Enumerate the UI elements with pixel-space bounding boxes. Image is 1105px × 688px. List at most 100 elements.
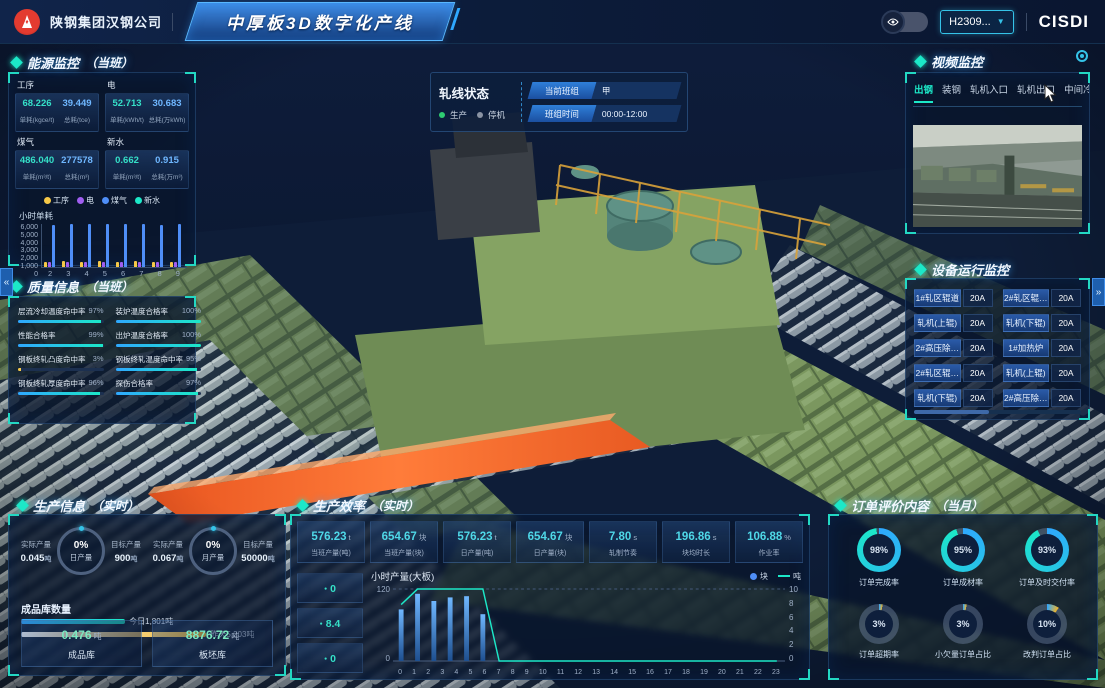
order-kpi: 3订单超期率 [837,601,921,675]
status-divider [521,82,522,122]
energy-unit: 单耗(m³/t) [113,174,142,181]
kpi-label: 订单超期率 [859,649,899,660]
energy-value: 30.683 [147,98,187,109]
cctv-video-feed[interactable] [913,125,1082,227]
stat-card: 576.23t当班产量(吨) [297,521,365,563]
chevron-left-icon: « [4,277,10,288]
shift-time-value: 00:00-12:00 [592,105,682,122]
line-status-legend: 生产 停机 [439,109,513,121]
diamond-icon [834,499,847,512]
quality-panel: 层流冷却温度命中率97 装炉温度合格率100 性能合格率99 出炉温度合格率10… [8,296,196,424]
metric-label: 层流冷却温度命中率 [18,306,86,317]
legend-dot [77,197,84,204]
order-shortage-donut: 3 [943,604,983,644]
order-kpis: 98订单完成率 95订单成材率 93订单及时交付率 3订单超期率 3小欠量订单占… [837,525,1089,675]
stat-card: 654.67块当班产量(块) [370,521,438,563]
energy-chart: 6,0005,0004,0003,0002,0001,0000 23456789 [9,224,195,279]
quality-metric: 钢板终轧凸度命中率3 [18,354,104,371]
metric-label: 出炉温度合格率 [116,330,169,341]
device-name: 1#加热炉 [1003,339,1050,357]
devices-panel-title: 设备运行监控 [931,260,1009,279]
page-title-plate: 中厚板3D数字化产线 [185,2,455,41]
energy-value: 277578 [57,155,97,166]
target-output-month: 目标产量50000吨 [237,539,279,564]
diamond-icon [914,55,927,68]
energy-groups: 工序 68.226单耗(kgce/t) 39.449总耗(tce) 电 52.7… [9,73,195,189]
devices-panel-header: 设备运行监控 [916,260,1009,279]
devices-panel: 1#轧区辊道20A 2#轧区辊…20A 轧机(上辊)20A 轧机(下辊)20A … [905,278,1090,420]
diamond-icon [16,499,29,512]
kpi-label: 改判订单占比 [1023,649,1071,660]
camera-select[interactable]: H2309... ▼ [940,10,1014,34]
kpi-label: 小欠量订单占比 [935,649,991,660]
order-ontime-donut: 93 [1025,528,1069,572]
production-panel-header: 生产信息 （实时） [18,496,139,515]
metric-pct: 95 [186,354,201,365]
quality-panel-title: 质量信息 [27,277,79,296]
left-panel-collapse-tab[interactable]: « [0,268,13,296]
tab-intercooling[interactable]: 中间冷 [1064,82,1089,103]
legend-item: 电 [77,195,94,206]
video-panel: 出钢 装钢 轧机入口 轧机出口 中间冷 电动辊道 [905,72,1090,234]
quality-panel-tag: （当班） [85,278,133,295]
device-item: 2#轧区辊…20A [914,364,993,382]
metric-pct: 97 [89,306,104,317]
camera-select-value: H2309... [949,16,991,28]
legend-label: 块 [760,572,768,581]
device-name: 2#轧区辊… [1003,289,1050,307]
tab-tapping[interactable]: 出钢 [914,82,933,103]
cisdi-logo: CISDI [1039,12,1089,32]
device-item: 2#高压除…20A [914,339,993,357]
quality-metric: 钢板终轧温度命中率95 [116,354,202,371]
production-gauges: 实际产量0.045吨 0%日产量 目标产量900吨 实际产量0.067吨 0%月… [9,515,285,575]
metric-pct: 99 [89,330,104,341]
stat-card: 654.67块日产量(块) [516,521,584,563]
energy-chart-bars [41,224,187,268]
metric-label: 性能合格率 [18,330,56,341]
order-kpi: 95订单成材率 [921,525,1005,599]
device-item: 1#加热炉20A [1003,339,1082,357]
orders-panel-header: 订单评价内容 （当月） [836,496,983,515]
diamond-icon [296,499,309,512]
metric-label: 钢板终轧凸度命中率 [18,354,86,365]
current-shift-row: 当前班组 甲 [528,82,682,99]
video-collapse-icon[interactable] [1076,50,1088,62]
device-scrollbar-thumb[interactable] [914,410,989,414]
header-divider [172,13,173,31]
device-current: 20A [1051,364,1081,382]
hourly-chart-left-axis: 1200 [371,583,393,669]
legend-label: 生产 [450,109,467,121]
tab-charging[interactable]: 装钢 [942,82,961,103]
device-current: 20A [1051,314,1081,332]
shift-value: 甲 [592,82,682,99]
device-current: 20A [963,339,993,357]
company-logo-icon [14,9,40,35]
legend-label: 电 [86,196,94,205]
device-current: 20A [1051,339,1081,357]
device-name: 轧机(下辊) [1003,314,1050,332]
device-item: 2#高压除…20A [1003,389,1082,407]
energy-value: 0.915 [147,155,187,166]
energy-group-water: 新水 0.662单耗(m³/t) 0.915总耗(万m³) [105,136,189,189]
visibility-toggle[interactable] [882,12,928,32]
production-panel: 实际产量0.045吨 0%日产量 目标产量900吨 实际产量0.067吨 0%月… [8,514,286,676]
kpi-label: 订单成材率 [943,577,983,588]
energy-value: 39.449 [57,98,97,109]
metric-label: 装炉温度合格率 [116,306,169,317]
device-item: 轧机(下辊)20A [1003,314,1082,332]
energy-unit: 单耗(m³/t) [23,174,52,181]
inventory-title: 成品库数量 [21,601,71,616]
energy-chart-title: 小时单耗 [19,210,195,222]
right-panel-collapse-tab[interactable]: » [1092,278,1105,306]
device-current: 20A [1051,289,1081,307]
video-tabs: 出钢 装钢 轧机入口 轧机出口 中间冷 电动辊道 [906,73,1089,103]
day-output-gauge: 0%日产量 [57,527,105,575]
device-item: 1#轧区辊道20A [914,289,993,307]
brand-group: 陕钢集团汉钢公司 中厚板3D数字化产线 [0,2,449,41]
side-stat: 8.4轧制节奏(块/h) [297,608,363,638]
device-current: 20A [963,389,993,407]
legend-item: 新水 [135,195,160,206]
device-current: 20A [963,314,993,332]
tab-mill-entry[interactable]: 轧机入口 [970,82,1008,103]
tab-mill-exit[interactable]: 轧机出口 [1017,82,1055,103]
